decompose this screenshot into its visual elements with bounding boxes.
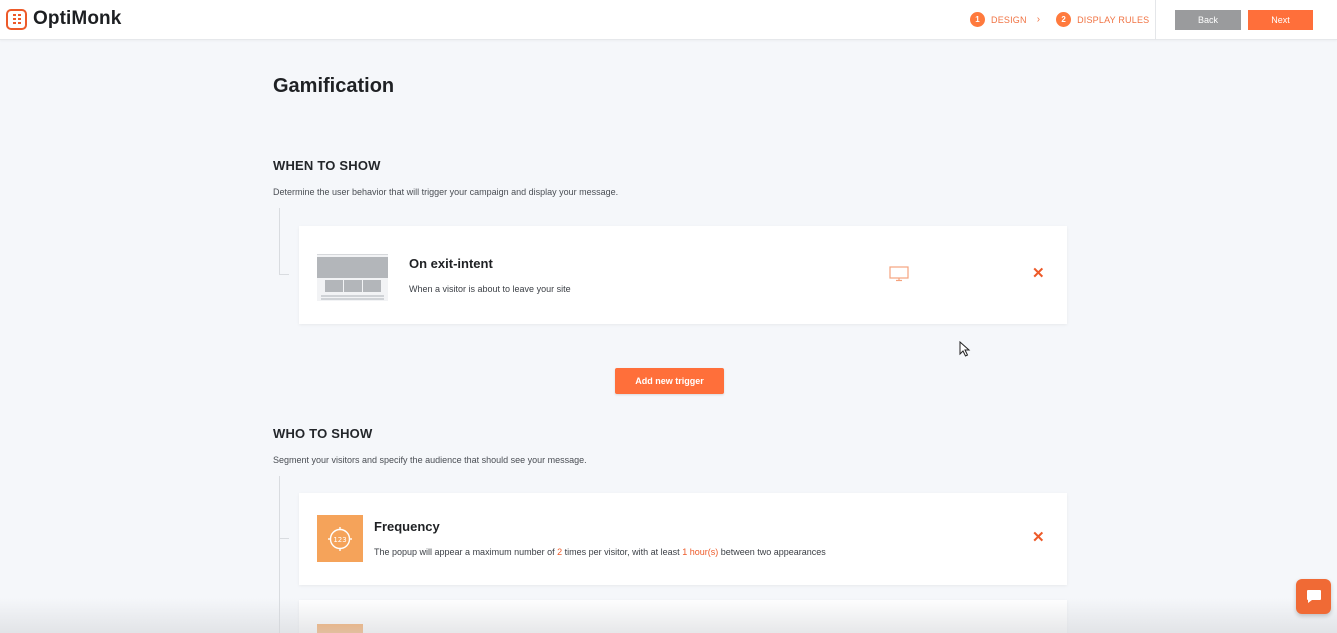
tree-connector (279, 208, 280, 274)
who-section-subtitle: Segment your visitors and specify the au… (273, 455, 587, 465)
spent-on-pages-icon (317, 624, 363, 633)
progress-steps: 1 DESIGN › 2 DISPLAY RULES (970, 12, 1149, 27)
chat-button[interactable] (1296, 579, 1331, 614)
frequency-times-value[interactable]: 2 (557, 547, 562, 557)
step-number: 1 (970, 12, 985, 27)
frequency-description: The popup will appear a maximum number o… (374, 547, 826, 557)
mouse-cursor-icon (959, 341, 971, 357)
back-button[interactable]: Back (1175, 10, 1241, 30)
page-title: Gamification (273, 75, 395, 97)
add-new-trigger-button[interactable]: Add new trigger (615, 368, 724, 394)
step-label: DESIGN (991, 14, 1027, 25)
frequency-card[interactable]: 123 Frequency The popup will appear a ma… (299, 493, 1067, 585)
logo[interactable]: OptiMonk (6, 8, 121, 30)
frequency-icon: 123 (317, 515, 363, 562)
step-number: 2 (1056, 12, 1072, 27)
chevron-right-icon: › (1036, 14, 1041, 25)
when-section-title: WHEN TO SHOW (273, 158, 381, 173)
step-design[interactable]: 1 DESIGN (970, 12, 1027, 27)
exit-intent-thumbnail (317, 248, 388, 301)
tree-connector (279, 476, 280, 633)
optimonk-logo-icon (6, 8, 27, 30)
trigger-card-exit-intent[interactable]: On exit-intent When a visitor is about t… (299, 226, 1067, 324)
who-section-title: WHO TO SHOW (273, 426, 373, 441)
tree-branch (279, 538, 289, 539)
next-button[interactable]: Next (1248, 10, 1313, 30)
header-divider (1155, 0, 1156, 40)
frequency-icon-text: 123 (333, 536, 346, 544)
step-label: DISPLAY RULES (1077, 14, 1150, 25)
when-section-subtitle: Determine the user behavior that will tr… (273, 187, 619, 197)
logo-text: OptiMonk (33, 8, 122, 29)
close-icon[interactable]: ✕ (1032, 530, 1045, 545)
trigger-title: On exit-intent (409, 256, 493, 271)
spent-on-pages-card[interactable] (299, 600, 1067, 633)
close-icon[interactable]: ✕ (1032, 266, 1045, 281)
frequency-title: Frequency (374, 519, 440, 534)
top-bar: OptiMonk 1 DESIGN › 2 DISPLAY RULES Back… (0, 0, 1337, 40)
desktop-icon[interactable] (889, 266, 909, 282)
trigger-description: When a visitor is about to leave your si… (409, 284, 571, 294)
step-display-rules[interactable]: 2 DISPLAY RULES (1056, 12, 1149, 27)
frequency-hours-value[interactable]: 1 hour(s) (682, 547, 718, 557)
chat-icon (1306, 590, 1321, 603)
tree-branch (279, 274, 289, 275)
